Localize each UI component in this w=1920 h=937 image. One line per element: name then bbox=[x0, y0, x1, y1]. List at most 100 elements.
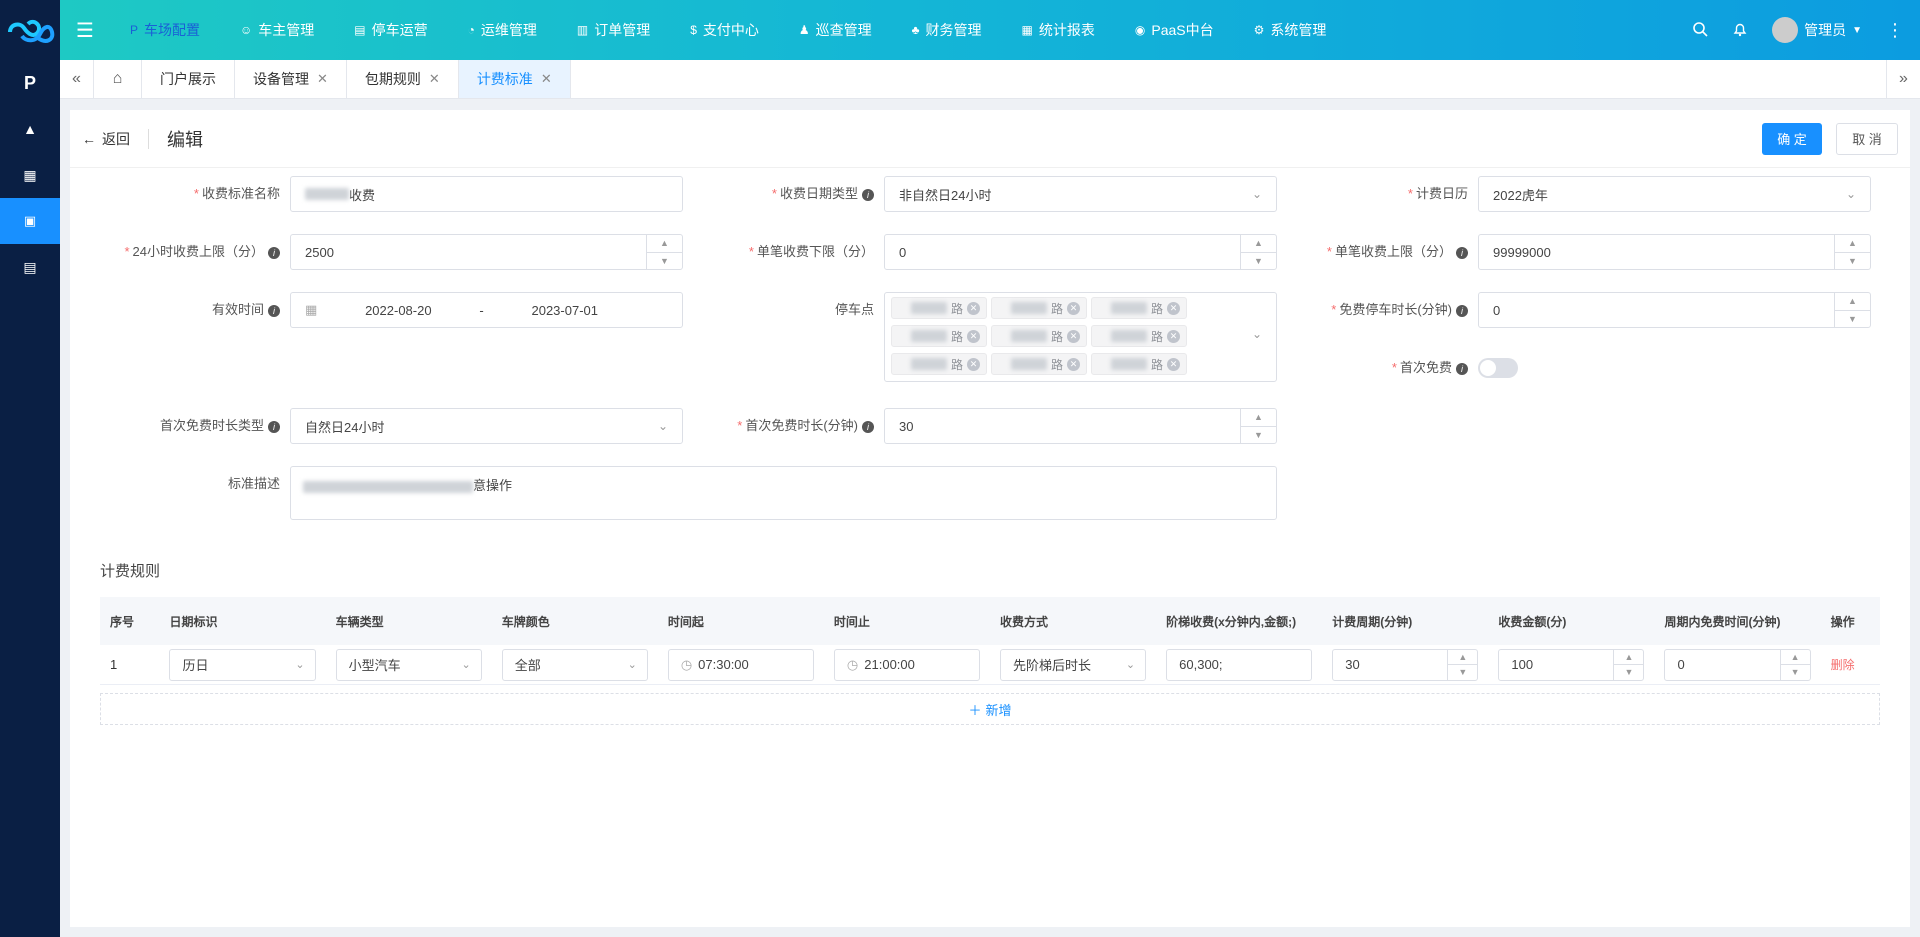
mode-select[interactable]: 先阶梯后时长 ⌄ bbox=[1000, 648, 1147, 681]
number-stepper[interactable]: ▲ ▼ bbox=[1834, 293, 1870, 327]
tab-label: 计费标准 bbox=[476, 71, 533, 87]
firstdur-label: * 首次免费时长(分钟) i bbox=[684, 408, 884, 444]
number-stepper[interactable]: ▲ ▼ bbox=[1240, 235, 1276, 269]
nav-item-4[interactable]: ▥ 订单管理 bbox=[557, 0, 670, 60]
close-icon[interactable]: ✕ bbox=[317, 71, 328, 87]
tabs-scroll-right-icon[interactable]: » bbox=[1886, 60, 1920, 98]
min-input[interactable]: 0 ▲ ▼ bbox=[884, 234, 1277, 270]
nav-item-7[interactable]: ♣ 财务管理 bbox=[892, 0, 1002, 60]
column-header: 收费金额(分) bbox=[1498, 614, 1567, 629]
nav-item-8[interactable]: ▦ 统计报表 bbox=[1002, 0, 1115, 60]
info-icon: i bbox=[268, 304, 280, 317]
back-button[interactable]: ← 返回 bbox=[82, 128, 149, 149]
chevron-down-icon: ⌄ bbox=[1845, 187, 1856, 201]
name-input[interactable]: 收费 bbox=[290, 176, 683, 212]
close-icon[interactable]: ✕ bbox=[1067, 301, 1080, 315]
tab-label: 门户展示 bbox=[160, 71, 216, 87]
chevron-down-icon: ▼ bbox=[1254, 255, 1263, 266]
freedur-input[interactable]: 0 ▲ ▼ bbox=[1478, 292, 1871, 328]
home-icon[interactable]: ⌂ bbox=[94, 60, 142, 98]
close-icon[interactable]: ✕ bbox=[967, 357, 980, 371]
ladder-input[interactable]: 60,300; bbox=[1166, 648, 1313, 681]
number-stepper[interactable]: ▲ ▼ bbox=[1240, 409, 1276, 443]
add-rule-button[interactable]: ＋新增 bbox=[100, 693, 1880, 725]
number-stepper[interactable]: ▲ ▼ bbox=[1779, 649, 1810, 680]
desc-textarea[interactable]: 意操作 bbox=[290, 466, 1277, 520]
firstfree-toggle[interactable] bbox=[1478, 358, 1518, 378]
sidebar-item-calendar[interactable]: ▤ bbox=[0, 244, 60, 290]
redacted bbox=[303, 480, 473, 493]
tab-3[interactable]: 计费标准 ✕ bbox=[458, 60, 571, 98]
more-icon[interactable]: ⋮ bbox=[1886, 20, 1904, 41]
tabs-scroll-left-icon[interactable]: « bbox=[60, 60, 94, 98]
nav-item-5[interactable]: $ 支付中心 bbox=[670, 0, 779, 60]
number-stepper[interactable]: ▲ ▼ bbox=[1613, 649, 1644, 680]
firsttype-select[interactable]: 自然日24小时 ⌄ bbox=[290, 408, 683, 444]
number-stepper[interactable]: ▲ ▼ bbox=[1834, 235, 1870, 269]
number-stepper[interactable]: ▲ ▼ bbox=[1447, 649, 1478, 680]
park-tag: 路 ✕ bbox=[891, 297, 987, 319]
start-time-input[interactable]: ◷ 07:30:00 bbox=[667, 648, 814, 681]
cap24-input[interactable]: 2500 ▲ ▼ bbox=[290, 234, 683, 270]
max-input[interactable]: 99999000 ▲ ▼ bbox=[1478, 234, 1871, 270]
nav-item-3[interactable]: ◔ 运维管理 bbox=[448, 0, 557, 60]
park-multiselect[interactable]: 路 ✕ 路 ✕ 路 ✕ 路 ✕ 路 ✕ 路 ✕ 路 ✕ 路 ✕ 路 ✕ ⌄ bbox=[884, 292, 1277, 382]
nav-label: 车场配置 bbox=[144, 22, 201, 38]
valid-date-range[interactable]: ▦ 2022-08-20 - 2023-07-01 bbox=[290, 292, 683, 328]
user-menu[interactable]: 管理员 ▼ bbox=[1772, 17, 1862, 43]
close-icon[interactable]: ✕ bbox=[1067, 329, 1080, 343]
menu-toggle-icon[interactable]: ☰ bbox=[60, 18, 110, 43]
parking-icon: P bbox=[23, 72, 36, 93]
nav-item-9[interactable]: ◉ PaaS中台 bbox=[1115, 0, 1234, 60]
nav-item-2[interactable]: ▤ 停车运营 bbox=[334, 0, 447, 60]
sidebar-item-billing[interactable]: ▣ bbox=[0, 198, 60, 244]
close-icon[interactable]: ✕ bbox=[1067, 357, 1080, 371]
sidebar-item-fence[interactable]: ▦ bbox=[0, 152, 60, 198]
nav-item-10[interactable]: ⚙ 系统管理 bbox=[1234, 0, 1347, 60]
redacted bbox=[1010, 358, 1047, 370]
tab-0[interactable]: 门户展示 bbox=[142, 60, 235, 98]
nav-icon: $ bbox=[690, 23, 697, 37]
chevron-down-icon: ▼ bbox=[1254, 429, 1263, 440]
tab-2[interactable]: 包期规则 ✕ bbox=[347, 60, 459, 98]
close-icon[interactable]: ✕ bbox=[967, 301, 980, 315]
delete-button[interactable]: 删除 bbox=[1831, 658, 1855, 672]
logo-icon bbox=[8, 19, 55, 43]
bell-icon[interactable] bbox=[1732, 21, 1748, 40]
info-icon: i bbox=[862, 188, 874, 201]
search-icon[interactable] bbox=[1692, 21, 1708, 40]
firstfree-label: * 首次免费 i bbox=[1278, 350, 1478, 386]
sidebar-item-road[interactable]: ▲ bbox=[0, 106, 60, 152]
free-input[interactable]: 0 ▲ ▼ bbox=[1664, 648, 1811, 681]
calendar-select[interactable]: 2022虎年 ⌄ bbox=[1478, 176, 1871, 212]
nav-item-1[interactable]: ☺ 车主管理 bbox=[220, 0, 334, 60]
number-stepper[interactable]: ▲ ▼ bbox=[646, 235, 682, 269]
nav-item-0[interactable]: P 车场配置 bbox=[110, 0, 220, 60]
user-name: 管理员 bbox=[1804, 22, 1847, 38]
cancel-button[interactable]: 取 消 bbox=[1836, 122, 1898, 155]
close-icon[interactable]: ✕ bbox=[429, 71, 440, 87]
redacted bbox=[910, 302, 947, 314]
vehicle-select[interactable]: 小型汽车 ⌄ bbox=[335, 648, 482, 681]
chevron-down-icon: ⌄ bbox=[461, 658, 471, 671]
datetype-select[interactable]: 非自然日24小时 ⌄ bbox=[884, 176, 1277, 212]
sidebar-item-parking[interactable]: P bbox=[0, 60, 60, 106]
nav-item-6[interactable]: ♟ 巡查管理 bbox=[779, 0, 892, 60]
date-select[interactable]: 历日 ⌄ bbox=[169, 648, 316, 681]
firstdur-input[interactable]: 30 ▲ ▼ bbox=[884, 408, 1277, 444]
chevron-up-icon: ▲ bbox=[647, 235, 682, 253]
firsttype-label: 首次免费时长类型 i bbox=[90, 408, 290, 444]
clock-icon: ◷ bbox=[846, 656, 859, 672]
end-time-input[interactable]: ◷ 21:00:00 bbox=[833, 648, 981, 681]
period-input[interactable]: 30 ▲ ▼ bbox=[1332, 648, 1479, 681]
close-icon[interactable]: ✕ bbox=[1167, 301, 1180, 315]
close-icon[interactable]: ✕ bbox=[1167, 329, 1180, 343]
close-icon[interactable]: ✕ bbox=[967, 329, 980, 343]
close-icon[interactable]: ✕ bbox=[541, 71, 552, 87]
plate-color-select[interactable]: 全部 ⌄ bbox=[501, 648, 648, 681]
amount-input[interactable]: 100 ▲ ▼ bbox=[1498, 648, 1645, 681]
confirm-button[interactable]: 确 定 bbox=[1762, 122, 1822, 155]
close-icon[interactable]: ✕ bbox=[1167, 357, 1180, 371]
tab-1[interactable]: 设备管理 ✕ bbox=[235, 60, 347, 98]
table-header: 序号 日期标识 车辆类型 车牌颜色 时间起 时间止 收费方式 阶梯收费(x分钟内,金额;) 计费… bbox=[100, 597, 1880, 645]
